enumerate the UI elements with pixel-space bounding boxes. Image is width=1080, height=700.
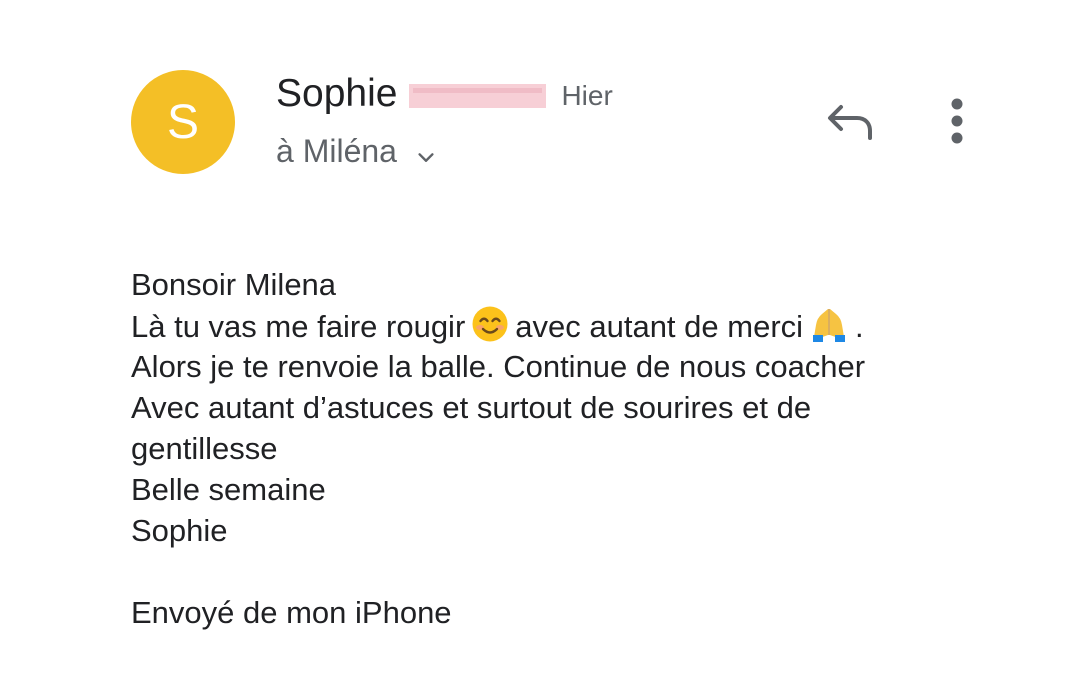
body-line-signoff-name: Sophie [131, 513, 228, 548]
more-vert-icon [950, 98, 964, 149]
sender-name: Sophie [276, 72, 398, 115]
sender-line: Sophie Hier [276, 66, 613, 122]
redacted-surname [409, 84, 547, 108]
reply-button[interactable] [822, 98, 878, 148]
recipient-details-toggle[interactable]: à Miléna [276, 128, 437, 174]
body-line-6: Belle semaine [131, 472, 326, 507]
reply-icon [825, 101, 875, 146]
body-line-2-end: . [855, 309, 864, 344]
avatar[interactable]: S [131, 70, 235, 174]
body-line-5: gentillesse [131, 431, 278, 466]
body-line-2: Là tu vas me faire rougir avec autant de… [131, 305, 1031, 346]
body-blank-line [131, 551, 1031, 592]
avatar-letter: S [166, 95, 199, 149]
chevron-down-icon [415, 140, 437, 162]
body-line-4: Avec autant d’astuces et surtout de sour… [131, 390, 812, 425]
recipient-label: à Miléna [276, 132, 397, 169]
body-line-2-start: Là tu vas me faire rougir [131, 309, 466, 344]
message-body: Bonsoir Milena Là tu vas me faire rougir… [131, 264, 1031, 633]
body-line-greeting: Bonsoir Milena [131, 267, 337, 302]
more-options-button[interactable] [936, 96, 978, 150]
message-date: Hier [561, 80, 613, 111]
mobile-signature: Envoyé de mon iPhone [131, 595, 452, 630]
body-line-2-middle: avec autant de merci [515, 309, 804, 344]
body-line-3: Alors je te renvoie la balle. Continue d… [131, 349, 866, 384]
